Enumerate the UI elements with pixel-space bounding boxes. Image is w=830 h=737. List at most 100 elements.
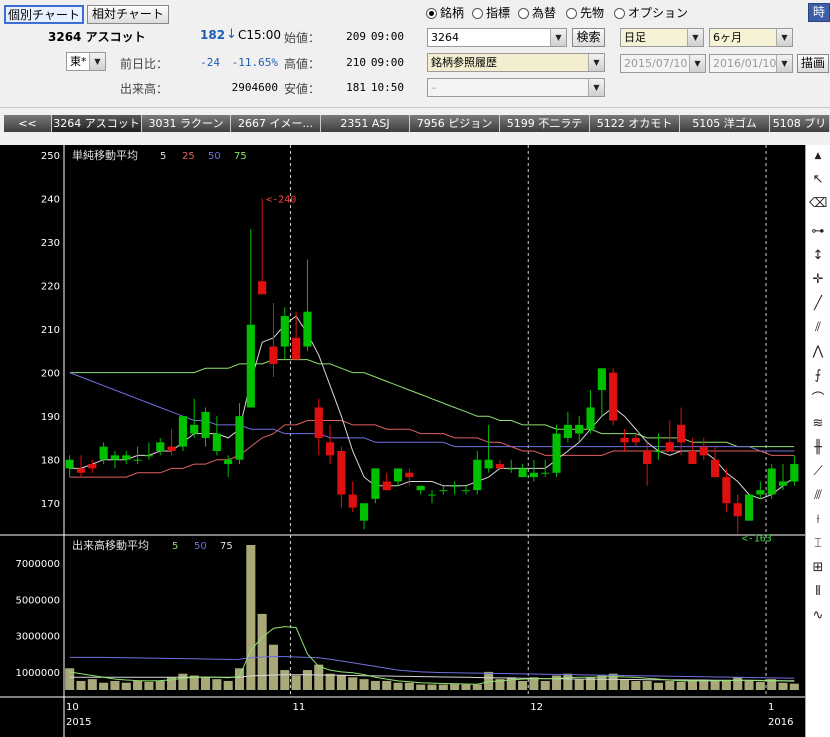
volume-bar (755, 681, 765, 690)
cursor-arrow-icon[interactable]: ↖ (809, 171, 827, 189)
volume-bar (246, 545, 256, 690)
volume-bar (325, 673, 335, 690)
volume-bar (733, 677, 743, 690)
ma25-line (69, 420, 795, 478)
volume-bar (597, 675, 607, 690)
parallel-line-icon[interactable]: ⫽ (809, 319, 827, 337)
eraser-icon[interactable]: ⌫ (809, 195, 827, 213)
stock-tab[interactable]: 3031 ラクーン (142, 115, 231, 132)
gann-fan-icon[interactable]: ⫻ (809, 487, 827, 505)
volume-legend-ma50: 50 (194, 541, 207, 552)
to-date-value: 2016/01/10 (713, 57, 777, 70)
segment-icon[interactable]: ⟊ (809, 511, 827, 529)
radio-options-label: オプション (628, 6, 689, 20)
wave-icon[interactable]: ∿ (809, 607, 827, 625)
candle-body (190, 424, 199, 434)
candle-body (518, 468, 527, 478)
from-date-select[interactable]: 2015/07/10 ▼ (620, 54, 706, 73)
blank-select[interactable]: – ▼ (427, 78, 605, 97)
exchange-select[interactable]: 東* ▼ (66, 52, 106, 71)
interval-value: 日足 (624, 31, 646, 44)
candle-body (790, 464, 799, 482)
stock-tab[interactable]: 2667 イメー... (231, 115, 321, 132)
cross-line-icon[interactable]: ✛ (809, 271, 827, 289)
candle-body (541, 472, 550, 474)
prev-diff-percent: -11.65% (231, 56, 278, 69)
bars-icon[interactable]: ⦀ (809, 583, 827, 601)
stock-tab[interactable]: 3264 アスコット (52, 115, 142, 132)
candle-body (609, 372, 618, 421)
volume-bar (280, 670, 290, 690)
price-legend-ma75: 75 (234, 151, 247, 162)
search-button[interactable]: 検索 (572, 28, 605, 47)
radio-index[interactable]: 指標 (472, 4, 510, 21)
draw-button[interactable]: 描画 (797, 54, 829, 73)
fibonacci-icon[interactable]: ⨍ (809, 367, 827, 385)
volume-bar (155, 680, 165, 690)
code-select[interactable]: 3264 ▼ (427, 28, 567, 47)
box-icon[interactable]: ⊞ (809, 559, 827, 577)
volume-bar (427, 684, 437, 690)
candle-body (246, 324, 255, 408)
stock-tab[interactable]: 5122 オカモト (590, 115, 680, 132)
candle-body (450, 485, 459, 487)
high-annotation: <-240 (266, 195, 296, 206)
stock-tab[interactable]: 5199 不二ラテ (500, 115, 590, 132)
candle-body (654, 451, 663, 452)
stock-tab[interactable]: 7956 ピジョン (410, 115, 500, 132)
candle-body (473, 459, 482, 491)
ma5-line (69, 315, 795, 500)
volume-bar (438, 684, 448, 690)
candle-body (461, 490, 471, 492)
relative-chart-button[interactable]: 相対チャート (87, 5, 169, 24)
radio-fx[interactable]: 為替 (518, 4, 556, 21)
gann-line-icon[interactable]: ⟋ (809, 463, 827, 481)
individual-chart-button[interactable]: 個別チャート (4, 5, 84, 24)
stock-chart[interactable]: 10 11 12 1 2015 2016 250 240 230 220 210 200 190 180 1… (0, 145, 805, 737)
vertical-line-icon[interactable]: ↕ (809, 247, 827, 265)
from-date-value: 2015/07/10 (624, 57, 688, 70)
low-annotation: <-163 (742, 534, 772, 545)
fan-line-icon[interactable]: ⋀ (809, 343, 827, 361)
candle-body (122, 455, 131, 460)
bracket-icon[interactable]: ⌶ (809, 535, 827, 553)
stock-tab[interactable]: 5105 洋ゴム (680, 115, 770, 132)
candle-body (133, 459, 142, 461)
stock-tab[interactable]: 5108 ブリ (770, 115, 830, 132)
volume-legend-ma5: 5 (172, 541, 178, 552)
chevron-down-icon: ▼ (687, 29, 703, 46)
candle-body (597, 368, 606, 391)
volume-bar (665, 680, 675, 690)
to-date-select[interactable]: 2016/01/10 ▼ (709, 54, 793, 73)
volume-bar (518, 680, 528, 690)
radio-stock[interactable]: 銘柄 (426, 4, 464, 21)
tab-scroll-left[interactable]: << (4, 115, 52, 132)
span-select[interactable]: 6ヶ月 ▼ (709, 28, 793, 47)
volume-bar (99, 682, 109, 690)
volume-bar (348, 677, 358, 690)
candle-body (280, 316, 289, 347)
candle-body (665, 442, 674, 451)
volume-bar (642, 680, 652, 690)
radio-futures[interactable]: 先物 (566, 4, 604, 21)
history-select[interactable]: 銘柄参照履歴 ▼ (427, 53, 605, 72)
interval-select[interactable]: 日足 ▼ (620, 28, 704, 47)
candle-body (393, 468, 403, 482)
drawing-toolbar: ▲ ↖ ⌫ ⊶ ↕ ✛ ╱ ⫽ ⋀ ⨍ ⌒ ≋ ╫ ⟋ ⫻ ⟊ ⌶ ⊞ ⦀ ∿ (805, 145, 830, 737)
stock-tab[interactable]: 2351 ASJ (321, 115, 410, 132)
horizontal-line-icon[interactable]: ⊶ (809, 223, 827, 241)
radio-options[interactable]: オプション (614, 4, 688, 21)
candle-body (495, 464, 505, 469)
channel-icon[interactable]: ≋ (809, 415, 827, 433)
price-tick-label: 170 (41, 499, 60, 510)
corner-time-button[interactable]: 時 (808, 3, 830, 22)
scroll-up-icon[interactable]: ▲ (809, 147, 827, 165)
trend-line-icon[interactable]: ╱ (809, 295, 827, 313)
retracement-icon[interactable]: ╫ (809, 439, 827, 457)
open-label: 始値： (284, 31, 321, 45)
high-label: 高値： (284, 57, 321, 71)
arc-icon[interactable]: ⌒ (809, 391, 827, 409)
price-tick-label: 230 (41, 238, 60, 249)
chevron-down-icon: ▼ (550, 29, 566, 46)
candle-body (620, 437, 629, 443)
